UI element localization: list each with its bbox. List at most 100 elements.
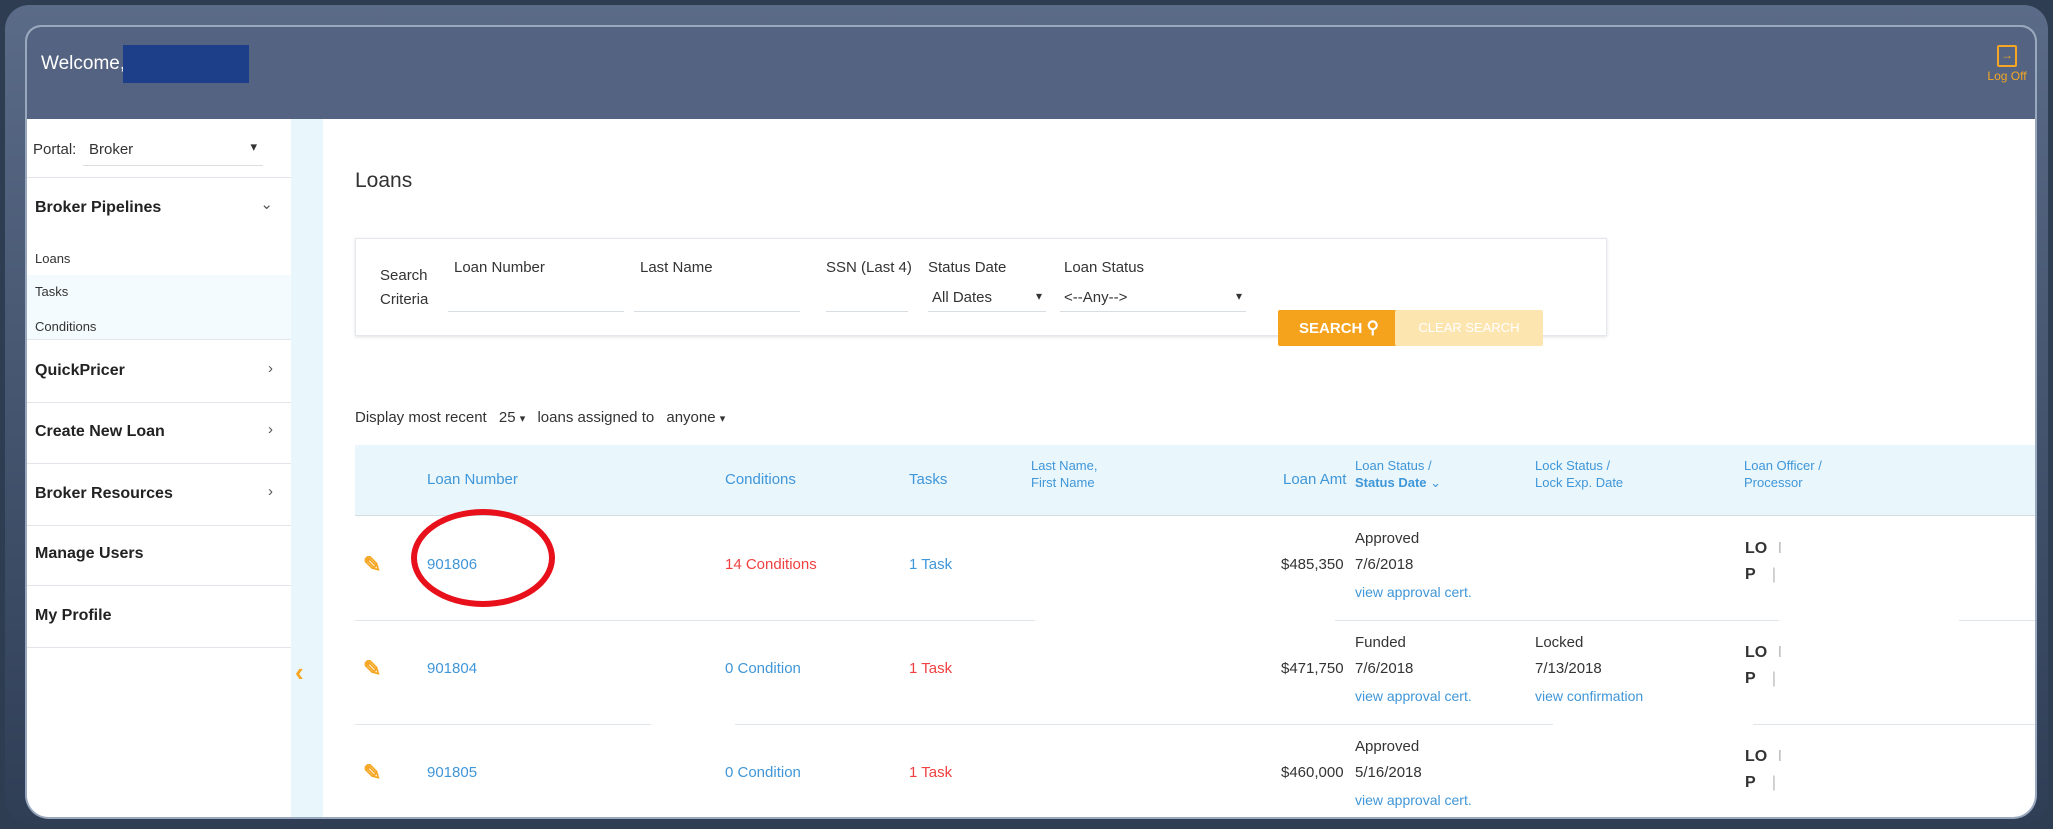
- loan-amount: $471,750: [1281, 660, 1344, 677]
- status-date-label: Status Date: [928, 259, 1007, 276]
- tasks-link[interactable]: 1 Task: [909, 764, 952, 781]
- col-lock-status[interactable]: Lock Status / Lock Exp. Date: [1535, 457, 1623, 491]
- annotation-circle: [411, 509, 555, 607]
- loan-number-link[interactable]: 901804: [427, 660, 477, 677]
- loan-status: Approved: [1355, 738, 1420, 755]
- ssn-input[interactable]: [826, 283, 908, 312]
- col-lock-line1: Lock Status /: [1535, 458, 1611, 473]
- loan-number-input[interactable]: [448, 283, 624, 312]
- menu-label: Broker Resources: [35, 485, 173, 502]
- loan-amount: $485,350: [1281, 556, 1344, 573]
- col-loan-officer[interactable]: Loan Officer / Processor: [1744, 457, 1822, 491]
- menu-broker-resources[interactable]: Broker Resources ›: [27, 463, 291, 526]
- caret-down-icon: ▾: [1235, 289, 1242, 303]
- sidebar-item-conditions[interactable]: Conditions: [35, 319, 96, 334]
- redacted-lo-name: I: [1777, 748, 1783, 765]
- sidebar-item-tasks[interactable]: Tasks: [35, 284, 68, 299]
- col-loan-status[interactable]: Loan Status / Status Date ⌄: [1355, 457, 1441, 491]
- assignee-value: anyone: [666, 409, 716, 426]
- status-date-select[interactable]: All Dates ▾: [928, 283, 1046, 312]
- portal-value: Broker: [89, 141, 134, 158]
- conditions-link[interactable]: 0 Condition: [725, 660, 801, 677]
- chevron-left-icon[interactable]: ‹: [295, 657, 304, 688]
- col-officer-line1: Loan Officer /: [1744, 458, 1822, 473]
- row-separator-gap: [1779, 615, 1959, 625]
- loan-status-label: Loan Status: [1064, 259, 1145, 276]
- loan-status-value: <--Any-->: [1064, 289, 1128, 306]
- officer-lo: LO: [1745, 748, 1768, 765]
- menu-my-profile[interactable]: My Profile: [27, 585, 291, 648]
- menu-broker-pipelines[interactable]: Broker Pipelines ⌄: [27, 177, 291, 240]
- pencil-icon[interactable]: ✎: [363, 656, 381, 682]
- search-button-label: SEARCH: [1299, 320, 1363, 337]
- redacted-lo-name: I: [1777, 644, 1783, 661]
- status-date: 7/6/2018: [1355, 660, 1414, 677]
- tasks-link[interactable]: 1 Task: [909, 556, 952, 573]
- page-title: Loans: [355, 169, 413, 192]
- redacted-p-name: |: [1771, 566, 1776, 583]
- exit-icon: →: [1997, 45, 2017, 67]
- col-status-line2: Status Date: [1355, 475, 1427, 490]
- assignee-select[interactable]: anyone ▾: [666, 409, 725, 426]
- col-loan-number[interactable]: Loan Number: [427, 471, 518, 488]
- menu-create-new-loan[interactable]: Create New Loan ›: [27, 401, 291, 464]
- logoff-button[interactable]: → Log Off: [1985, 45, 2029, 83]
- clear-search-button[interactable]: CLEAR SEARCH: [1395, 310, 1543, 346]
- view-confirmation-link[interactable]: view confirmation: [1535, 688, 1643, 704]
- loan-officer: LO I P |: [1745, 640, 1782, 692]
- sidebar-collapse-strip: [291, 119, 323, 817]
- menu-quickpricer[interactable]: QuickPricer ›: [27, 339, 291, 403]
- search-icon: ⚲: [1366, 318, 1379, 337]
- portal-row: Portal: Broker ▾: [27, 119, 291, 178]
- portal-select[interactable]: Broker ▾: [83, 131, 263, 166]
- view-approval-link[interactable]: view approval cert.: [1355, 584, 1472, 600]
- col-conditions[interactable]: Conditions: [725, 471, 796, 488]
- sidebar-item-loans[interactable]: Loans: [35, 251, 70, 266]
- view-approval-link[interactable]: view approval cert.: [1355, 792, 1472, 808]
- col-name-line2: First Name: [1031, 475, 1095, 490]
- display-filter-row: Display most recent 25 ▾ loans assigned …: [355, 409, 725, 426]
- menu-label: Manage Users: [35, 545, 144, 562]
- table-row: ✎ 901806 14 Conditions 1 Task $485,350 A…: [355, 516, 2035, 621]
- col-name[interactable]: Last Name, First Name: [1031, 457, 1097, 491]
- officer-p: P: [1745, 670, 1756, 687]
- redacted-username: [123, 45, 249, 83]
- conditions-link[interactable]: 0 Condition: [725, 764, 801, 781]
- view-approval-link[interactable]: view approval cert.: [1355, 688, 1472, 704]
- officer-p: P: [1745, 774, 1756, 791]
- col-loan-amt[interactable]: Loan Amt: [1283, 471, 1346, 488]
- table-row: ✎ 901804 0 Condition 1 Task $471,750 Fun…: [355, 620, 2035, 725]
- officer-lo: LO: [1745, 540, 1768, 557]
- status-date-value: All Dates: [932, 289, 993, 306]
- pencil-icon[interactable]: ✎: [363, 760, 381, 786]
- main-content: Loans Search Criteria Loan Number Last N…: [323, 119, 2035, 817]
- caret-down-icon: ▾: [719, 413, 726, 425]
- chevron-down-icon: ⌄: [260, 196, 273, 213]
- chevron-right-icon: ›: [268, 483, 273, 500]
- count-value: 25: [498, 409, 516, 426]
- caret-down-icon: ▾: [1035, 289, 1042, 303]
- loan-officer: LO I P |: [1745, 744, 1782, 796]
- col-status-line1: Loan Status /: [1355, 458, 1432, 473]
- count-select[interactable]: 25 ▾: [499, 409, 525, 426]
- tasks-link[interactable]: 1 Task: [909, 660, 952, 677]
- loan-status-select[interactable]: <--Any--> ▾: [1060, 283, 1246, 312]
- sidebar: Portal: Broker ▾ Broker Pipelines ⌄ Loan…: [27, 119, 291, 817]
- status-date: 5/16/2018: [1355, 764, 1422, 781]
- last-name-input[interactable]: [634, 283, 800, 312]
- redacted-p-name: |: [1771, 774, 1776, 791]
- col-lock-line2: Lock Exp. Date: [1535, 475, 1624, 490]
- portal-label: Portal:: [33, 141, 77, 158]
- pencil-icon[interactable]: ✎: [363, 552, 381, 578]
- redacted-lo-name: I: [1777, 540, 1783, 557]
- row-separator-gap: [1553, 719, 1753, 729]
- loan-number-link[interactable]: 901805: [427, 764, 477, 781]
- menu-manage-users[interactable]: Manage Users: [27, 525, 291, 586]
- conditions-link[interactable]: 14 Conditions: [725, 556, 817, 573]
- col-tasks[interactable]: Tasks: [909, 471, 947, 488]
- search-button[interactable]: SEARCH ⚲: [1278, 310, 1400, 346]
- caret-down-icon: ▾: [519, 413, 526, 425]
- loan-number-label: Loan Number: [454, 259, 545, 276]
- officer-lo: LO: [1745, 644, 1768, 661]
- caret-down-icon: ▾: [250, 139, 257, 154]
